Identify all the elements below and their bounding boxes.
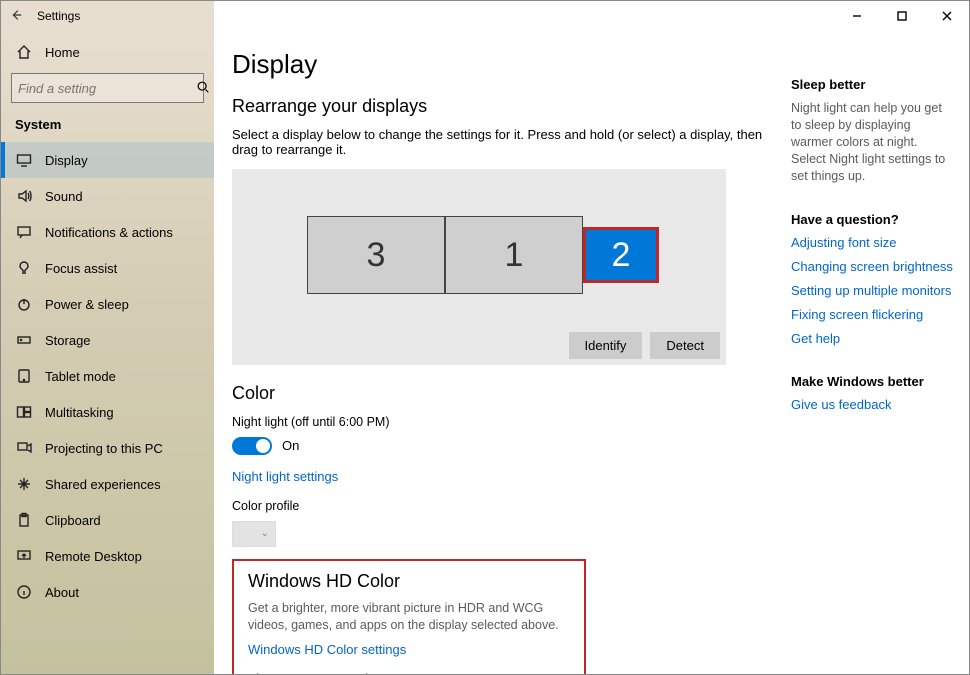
- sidebar-item-clipboard[interactable]: Clipboard: [1, 502, 214, 538]
- sidebar-item-label: Notifications & actions: [45, 225, 173, 240]
- play-hdr-label: Play HDR games and apps: [248, 671, 570, 675]
- rearrange-hint: Select a display below to change the set…: [232, 127, 763, 157]
- sidebar-item-label: Display: [45, 153, 88, 168]
- color-profile-dropdown[interactable]: ⌄: [232, 521, 276, 547]
- main-area: Display Rearrange your displays Select a…: [214, 31, 969, 674]
- about-icon: [15, 583, 33, 601]
- sidebar-item-label: Storage: [45, 333, 91, 348]
- sidebar-item-label: Clipboard: [45, 513, 101, 528]
- color-profile-label: Color profile: [232, 498, 763, 515]
- minimize-button[interactable]: [834, 1, 879, 31]
- sidebar-item-tablet-mode[interactable]: Tablet mode: [1, 358, 214, 394]
- night-light-label: Night light (off until 6:00 PM): [232, 414, 763, 431]
- clipboard-icon: [15, 511, 33, 529]
- sleep-better-text: Night light can help you get to sleep by…: [791, 100, 955, 184]
- sleep-better-heading: Sleep better: [791, 77, 955, 92]
- sidebar-item-storage[interactable]: Storage: [1, 322, 214, 358]
- sidebar-item-label: Shared experiences: [45, 477, 161, 492]
- tablet-icon: [15, 367, 33, 385]
- sidebar-item-label: Multitasking: [45, 405, 114, 420]
- monitor-1[interactable]: 1: [445, 216, 583, 294]
- home-label: Home: [45, 45, 80, 60]
- detect-button[interactable]: Detect: [650, 332, 720, 359]
- right-column: Sleep better Night light can help you ge…: [783, 31, 969, 674]
- focus-assist-icon: [15, 259, 33, 277]
- sidebar-item-about[interactable]: About: [1, 574, 214, 610]
- search-box[interactable]: [11, 73, 204, 103]
- search-icon: [196, 80, 210, 97]
- chevron-down-icon: ⌄: [261, 528, 269, 539]
- storage-icon: [15, 331, 33, 349]
- sidebar-item-label: Projecting to this PC: [45, 441, 163, 456]
- shared-icon: [15, 475, 33, 493]
- identify-button[interactable]: Identify: [569, 332, 643, 359]
- link-screen-flickering[interactable]: Fixing screen flickering: [791, 307, 955, 322]
- remote-desktop-icon: [15, 547, 33, 565]
- monitor-2-selected[interactable]: 2: [583, 227, 659, 283]
- sidebar-nav: Display Sound Notifications & actions Fo…: [1, 142, 214, 610]
- display-icon: [15, 151, 33, 169]
- link-feedback[interactable]: Give us feedback: [791, 397, 955, 412]
- sidebar-item-label: Power & sleep: [45, 297, 129, 312]
- sidebar-item-notifications[interactable]: Notifications & actions: [1, 214, 214, 250]
- question-heading: Have a question?: [791, 212, 955, 227]
- sidebar: Home System Display Sound Notifications: [1, 31, 214, 674]
- link-multiple-monitors[interactable]: Setting up multiple monitors: [791, 283, 955, 298]
- link-adjust-font[interactable]: Adjusting font size: [791, 235, 955, 250]
- sidebar-item-projecting[interactable]: Projecting to this PC: [1, 430, 214, 466]
- sidebar-item-label: Focus assist: [45, 261, 117, 276]
- sidebar-item-label: About: [45, 585, 79, 600]
- sidebar-item-display[interactable]: Display: [1, 142, 214, 178]
- hdcolor-heading: Windows HD Color: [248, 571, 570, 592]
- sidebar-item-multitasking[interactable]: Multitasking: [1, 394, 214, 430]
- color-heading: Color: [232, 383, 763, 404]
- projecting-icon: [15, 439, 33, 457]
- night-light-settings-link[interactable]: Night light settings: [232, 469, 338, 484]
- back-button[interactable]: [1, 8, 31, 25]
- notifications-icon: [15, 223, 33, 241]
- settings-window: Settings Home System Display: [0, 0, 970, 675]
- display-arrangement: 3 1 2 Identify Detect: [232, 169, 726, 365]
- sidebar-item-sound[interactable]: Sound: [1, 178, 214, 214]
- night-light-state: On: [282, 438, 299, 453]
- title-bar: Settings: [1, 1, 969, 31]
- home-button[interactable]: Home: [1, 37, 214, 67]
- multitasking-icon: [15, 403, 33, 421]
- sidebar-item-label: Tablet mode: [45, 369, 116, 384]
- sidebar-item-label: Sound: [45, 189, 83, 204]
- night-light-toggle[interactable]: On: [232, 437, 763, 455]
- sidebar-heading: System: [1, 113, 214, 142]
- make-better-heading: Make Windows better: [791, 374, 955, 389]
- hdcolor-settings-link[interactable]: Windows HD Color settings: [248, 642, 406, 657]
- hdcolor-desc: Get a brighter, more vibrant picture in …: [248, 600, 570, 634]
- sidebar-item-shared-experiences[interactable]: Shared experiences: [1, 466, 214, 502]
- monitor-3[interactable]: 3: [307, 216, 445, 294]
- link-get-help[interactable]: Get help: [791, 331, 955, 346]
- sound-icon: [15, 187, 33, 205]
- power-icon: [15, 295, 33, 313]
- rearrange-heading: Rearrange your displays: [232, 96, 763, 117]
- sidebar-item-remote-desktop[interactable]: Remote Desktop: [1, 538, 214, 574]
- search-input[interactable]: [18, 81, 196, 96]
- home-icon: [15, 43, 33, 61]
- maximize-button[interactable]: [879, 1, 924, 31]
- page-title: Display: [232, 49, 763, 80]
- sidebar-item-focus-assist[interactable]: Focus assist: [1, 250, 214, 286]
- window-title: Settings: [37, 9, 80, 23]
- close-button[interactable]: [924, 1, 969, 31]
- content: Display Rearrange your displays Select a…: [214, 31, 783, 674]
- sidebar-item-label: Remote Desktop: [45, 549, 142, 564]
- windows-hd-color-section: Windows HD Color Get a brighter, more vi…: [232, 559, 586, 674]
- link-screen-brightness[interactable]: Changing screen brightness: [791, 259, 955, 274]
- sidebar-item-power-sleep[interactable]: Power & sleep: [1, 286, 214, 322]
- window-controls: [834, 1, 969, 31]
